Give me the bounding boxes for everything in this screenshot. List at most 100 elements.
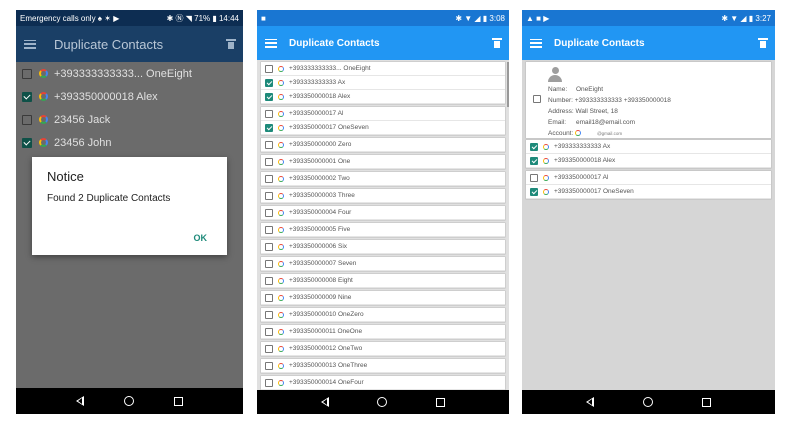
checkbox[interactable] <box>22 137 32 148</box>
checkbox[interactable] <box>265 191 273 200</box>
google-icon <box>278 379 284 386</box>
contact-row[interactable]: 23456 Jack <box>16 108 243 131</box>
scrollbar[interactable] <box>507 62 509 107</box>
checkbox[interactable] <box>265 276 273 285</box>
contact-row[interactable]: +393350000013 OneThree <box>261 359 505 373</box>
contact-row[interactable]: 23456 John <box>16 131 243 154</box>
menu-icon[interactable] <box>530 38 542 48</box>
checkbox[interactable] <box>530 187 538 196</box>
delete-icon[interactable] <box>758 38 768 48</box>
back-icon[interactable] <box>76 396 84 406</box>
checkbox[interactable] <box>265 64 273 73</box>
contact-row[interactable]: +393350000017 OneSeven <box>526 185 771 199</box>
contact-row[interactable]: +393350000007 Seven <box>261 257 505 271</box>
contact-label: +393350000017 Al <box>289 110 344 117</box>
contact-row[interactable]: +393333333333 Ax <box>526 140 771 154</box>
contact-row[interactable]: +393350000014 OneFour <box>261 376 505 390</box>
contact-row[interactable]: +393350000002 Two <box>261 172 505 186</box>
checkbox[interactable] <box>265 378 273 387</box>
home-icon[interactable] <box>124 396 134 406</box>
recents-icon[interactable] <box>174 396 183 406</box>
contact-row[interactable]: +393350000010 OneZero <box>261 308 505 322</box>
contact-label: 23456 Jack <box>54 113 111 126</box>
contact-row[interactable]: +393350000011 OneOne <box>261 325 505 339</box>
contact-group: +393350000001 One <box>261 155 505 169</box>
contact-list: Name: OneEight Number: +393333333333 +393… <box>522 60 775 204</box>
checkbox[interactable] <box>22 68 32 79</box>
contact-label: +393350000018 Alex <box>289 93 351 100</box>
checkbox[interactable] <box>265 123 273 132</box>
contact-row[interactable]: +393350000006 Six <box>261 240 505 254</box>
contact-row[interactable]: +393333333333... OneEight <box>261 62 505 76</box>
home-icon[interactable] <box>377 397 388 407</box>
checkbox[interactable] <box>265 225 273 234</box>
contact-row[interactable]: +393350000000 Zero <box>261 138 505 152</box>
contact-row[interactable]: +393350000003 Three <box>261 189 505 203</box>
checkbox[interactable] <box>265 361 273 370</box>
contact-row[interactable]: +393350000018 Alex <box>16 85 243 108</box>
contact-row[interactable]: +393333333333 Ax <box>261 76 505 90</box>
google-icon <box>39 115 48 124</box>
contact-group: +393350000005 Five <box>261 223 505 237</box>
contact-detail-card[interactable]: Name: OneEight Number: +393333333333 +393… <box>526 62 771 138</box>
contact-row[interactable]: +393350000001 One <box>261 155 505 169</box>
back-icon[interactable] <box>586 397 595 407</box>
checkbox[interactable] <box>265 208 273 217</box>
contact-row[interactable]: +393350000017 Al <box>261 107 505 121</box>
back-icon[interactable] <box>321 397 330 407</box>
contact-row[interactable]: +393350000004 Four <box>261 206 505 220</box>
checkbox[interactable] <box>265 344 273 353</box>
contact-row[interactable]: +393350000009 Nine <box>261 291 505 305</box>
status-right: ✱ ▼ ◢ ▮ 3:08 <box>455 13 505 23</box>
checkbox[interactable] <box>265 242 273 251</box>
google-icon <box>278 79 284 86</box>
checkbox[interactable] <box>265 140 273 149</box>
contact-label: +393350000017 OneSeven <box>289 124 369 131</box>
checkbox[interactable] <box>530 156 538 165</box>
phone-screen-list: ■ ✱ ▼ ◢ ▮ 3:08 Duplicate Contacts +39333… <box>257 10 509 414</box>
checkbox[interactable] <box>22 114 32 125</box>
checkbox[interactable] <box>265 310 273 319</box>
checkbox[interactable] <box>265 259 273 268</box>
checkbox[interactable] <box>265 327 273 336</box>
app-bar: Duplicate Contacts <box>16 26 243 62</box>
contact-group: +393350000008 Eight <box>261 274 505 288</box>
recents-icon[interactable] <box>701 397 711 407</box>
menu-icon[interactable] <box>24 39 36 49</box>
google-icon <box>543 157 549 164</box>
recents-icon[interactable] <box>435 397 445 407</box>
nav-bar <box>16 388 243 414</box>
contact-row[interactable]: +393350000017 Al <box>526 171 771 185</box>
address-value: Wall Street, 18 <box>575 108 618 115</box>
contact-row[interactable]: +393350000012 OneTwo <box>261 342 505 356</box>
contact-label: +393333333333 Ax <box>554 143 611 150</box>
checkbox[interactable] <box>533 95 541 103</box>
contact-row[interactable]: +393350000005 Five <box>261 223 505 237</box>
contact-row[interactable]: +393350000018 Alex <box>261 90 505 104</box>
ok-button[interactable]: OK <box>194 233 208 243</box>
delete-icon[interactable] <box>492 38 502 48</box>
checkbox[interactable] <box>530 142 538 151</box>
menu-icon[interactable] <box>265 38 277 48</box>
email-label: Email: <box>548 119 567 126</box>
contact-label: +393350000006 Six <box>289 243 348 250</box>
home-icon[interactable] <box>642 397 653 407</box>
contact-list: +393333333333... OneEight +393333333333 A… <box>257 60 509 395</box>
google-icon <box>278 141 284 148</box>
google-icon <box>278 209 284 216</box>
delete-icon[interactable] <box>226 39 236 49</box>
contact-row[interactable]: +393333333333... OneEight <box>16 62 243 85</box>
contact-row[interactable]: +393350000017 OneSeven <box>261 121 505 135</box>
checkbox[interactable] <box>22 91 32 102</box>
checkbox[interactable] <box>530 173 538 182</box>
checkbox[interactable] <box>265 78 273 87</box>
contact-row[interactable]: +393350000018 Alex <box>526 154 771 168</box>
contact-row[interactable]: +393350000008 Eight <box>261 274 505 288</box>
checkbox[interactable] <box>265 174 273 183</box>
checkbox[interactable] <box>265 157 273 166</box>
contact-label: +393350000000 Zero <box>289 141 352 148</box>
checkbox[interactable] <box>265 293 273 302</box>
google-icon <box>278 226 284 233</box>
checkbox[interactable] <box>265 92 273 101</box>
checkbox[interactable] <box>265 109 273 118</box>
